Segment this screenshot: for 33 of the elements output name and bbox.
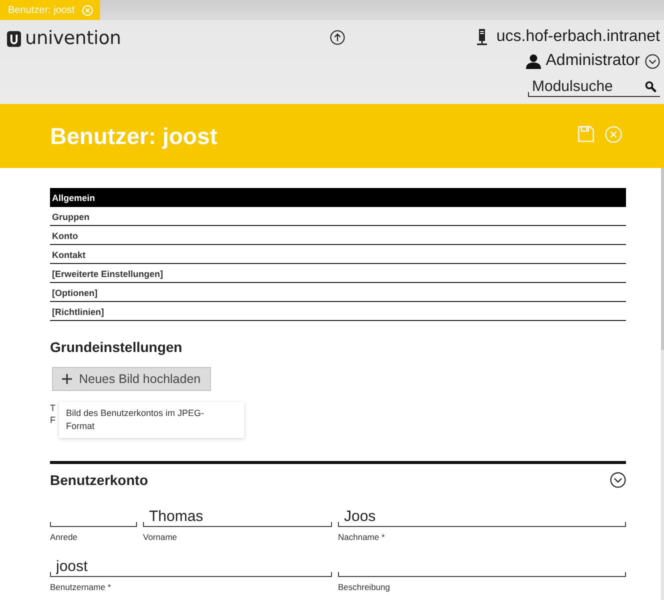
logo-text: univention [25,29,122,48]
server-icon [477,28,488,46]
plus-icon [62,374,72,384]
logo-icon [7,30,21,46]
field-label: Vorname [143,532,178,542]
search-field[interactable]: Modulsuche [528,77,660,97]
section-tab[interactable]: [Optionen] [50,283,626,302]
chevron-icon[interactable] [610,472,626,488]
upload-button[interactable]: Neues Bild hochladen [52,367,211,391]
partial-text: F [50,414,56,426]
section-heading: Grundeinstellungen [50,339,182,355]
section-tab[interactable]: Konto [50,226,626,245]
module-title: Benutzer: joost [50,122,218,150]
user-icon [526,54,541,68]
partial-text: T [50,402,56,414]
user-name[interactable]: Administrator [546,52,640,70]
input-field[interactable]: Thomas [143,507,332,527]
input-field[interactable]: joost [50,557,332,577]
section-tab[interactable]: [Richtlinien] [50,302,626,321]
scrollbar-thumb[interactable] [661,168,664,350]
field-label: Nachname * [338,532,385,542]
section-tab[interactable]: Kontakt [50,245,626,264]
chevron-down-icon[interactable] [645,54,660,68]
section-tab[interactable]: [Erweiterte Einstellungen] [50,264,626,283]
field-label: Benutzername * [50,582,111,592]
search-icon[interactable] [645,80,657,92]
field-label: Anrede [50,532,78,542]
tooltip: Bild des Benutzerkontos im JPEG-Format [59,402,244,438]
host-name: ucs.hof-erbach.intranet [496,28,660,46]
field-label: Beschreibung [338,582,390,592]
section-heading: Benutzerkonto [50,472,148,488]
section-tab[interactable]: Gruppen [50,207,626,226]
section-tab[interactable]: Allgemein [50,188,626,207]
